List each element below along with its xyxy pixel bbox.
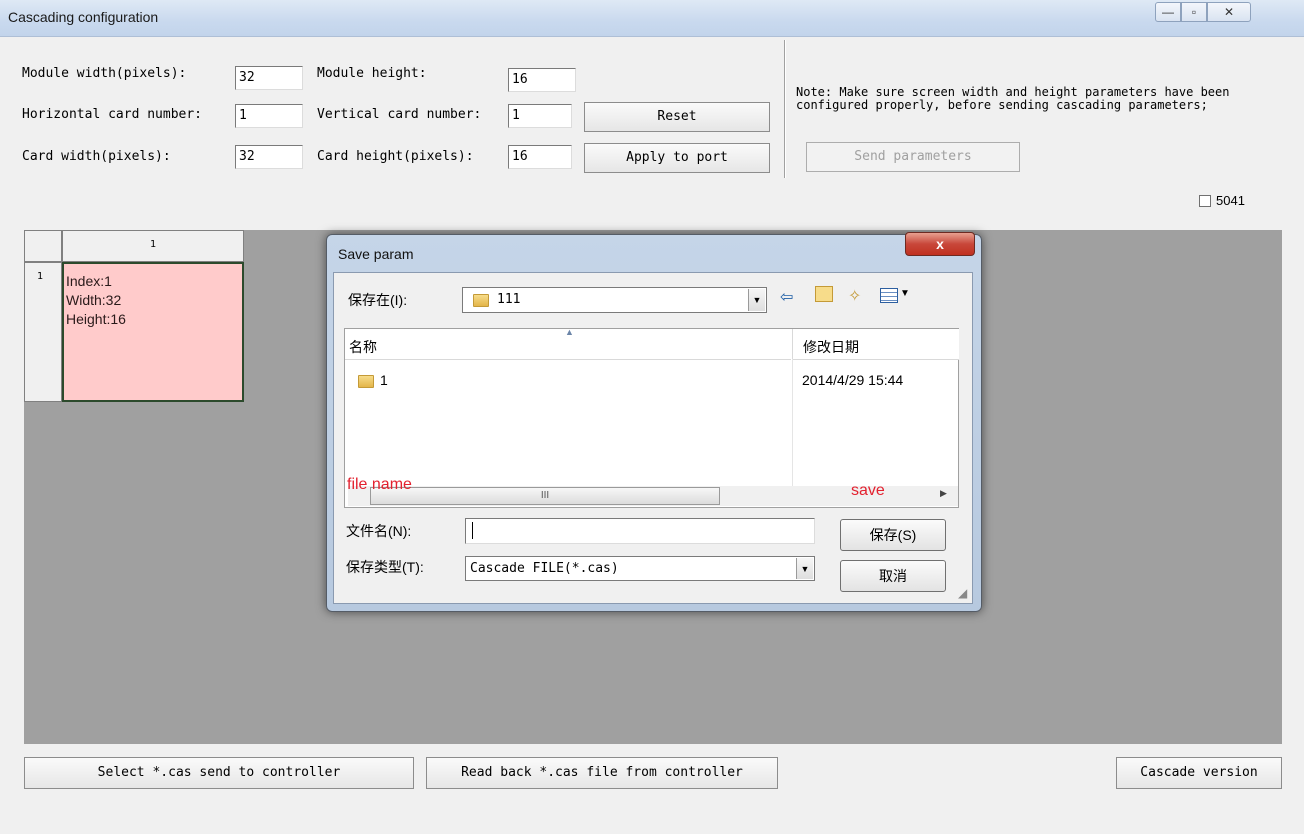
modified-column-header[interactable]: 修改日期 [792,329,959,360]
scrollbar-thumb[interactable]: III [370,487,720,505]
list-item-name: 1 [380,372,388,388]
dialog-close-button[interactable]: x [905,232,975,256]
save-in-value: 111 [497,292,521,307]
grid-corner [24,230,62,262]
dialog-cancel-button[interactable]: 取消 [840,560,946,592]
list-item[interactable]: 1 [356,372,786,392]
5041-checkbox-label: 5041 [1216,193,1245,208]
horizontal-card-input[interactable]: 1 [235,104,303,128]
cascade-version-button[interactable]: Cascade version [1116,757,1282,789]
window-titlebar: Cascading configuration [0,0,1304,37]
card-cell[interactable]: Index:1 Width:32 Height:16 [62,262,244,402]
card-index: Index:1 [66,273,112,289]
module-width-label: Module width(pixels): [22,66,187,81]
text-cursor [472,522,473,539]
scroll-right-icon[interactable]: ▶ [940,488,947,499]
folder-icon [358,375,374,388]
horizontal-card-label: Horizontal card number: [22,107,203,122]
folder-icon [473,294,489,307]
vertical-card-label: Vertical card number: [317,107,482,122]
close-button[interactable]: ✕ [1207,2,1251,22]
up-folder-icon[interactable] [815,286,833,302]
filetype-value: Cascade FILE(*.cas) [470,561,619,576]
vertical-card-input[interactable]: 1 [508,104,572,128]
save-in-combo[interactable]: 111 ▼ [462,287,767,313]
name-column-header[interactable]: 名称 ▲ [345,327,791,360]
module-height-label: Module height: [317,66,427,81]
view-dropdown-icon[interactable]: ▼ [900,288,910,299]
module-width-input[interactable]: 32 [235,66,303,90]
card-height-label: Card height(pixels): [317,149,474,164]
vertical-divider [784,40,785,178]
row-header: 1 [24,262,62,402]
annotation-file-name: file name [347,476,412,493]
filename-label: 文件名(N): [346,523,412,539]
chevron-down-icon[interactable]: ▼ [796,558,813,579]
filename-input[interactable] [465,518,815,544]
sort-up-icon: ▲ [565,327,574,337]
window-title: Cascading configuration [8,9,159,25]
new-folder-icon[interactable]: ✧ [848,286,861,306]
save-in-label: 保存在(I): [348,292,408,308]
resize-grip-icon[interactable]: ◢ [958,586,967,600]
send-parameters-button[interactable]: Send parameters [806,142,1020,172]
view-menu-icon[interactable] [880,288,898,303]
back-icon[interactable]: ⇦ [780,287,793,307]
apply-to-port-button[interactable]: Apply to port [584,143,770,173]
card-width: Width:32 [66,292,122,308]
maximize-button[interactable]: ▫ [1181,2,1207,22]
minimize-button[interactable]: — [1155,2,1181,22]
card-width-input[interactable]: 32 [235,145,303,169]
5041-checkbox[interactable] [1199,195,1211,207]
note-text: Note: Make sure screen width and height … [796,85,1230,112]
select-send-button[interactable]: Select *.cas send to controller [24,757,414,789]
list-item-date: 2014/4/29 15:44 [802,372,904,388]
filetype-combo[interactable]: Cascade FILE(*.cas) ▼ [465,556,815,581]
dialog-title: Save param [338,246,414,262]
annotation-save: save [851,482,885,499]
column-header: 1 [62,230,244,262]
filetype-label: 保存类型(T): [346,559,424,575]
dialog-save-button[interactable]: 保存(S) [840,519,946,551]
card-width-label: Card width(pixels): [22,149,171,164]
reset-button[interactable]: Reset [584,102,770,132]
card-height: Height:16 [66,311,126,327]
chevron-down-icon[interactable]: ▼ [748,289,765,311]
read-back-button[interactable]: Read back *.cas file from controller [426,757,778,789]
module-height-input[interactable]: 16 [508,68,576,92]
card-height-input[interactable]: 16 [508,145,572,169]
column-divider [792,359,793,486]
